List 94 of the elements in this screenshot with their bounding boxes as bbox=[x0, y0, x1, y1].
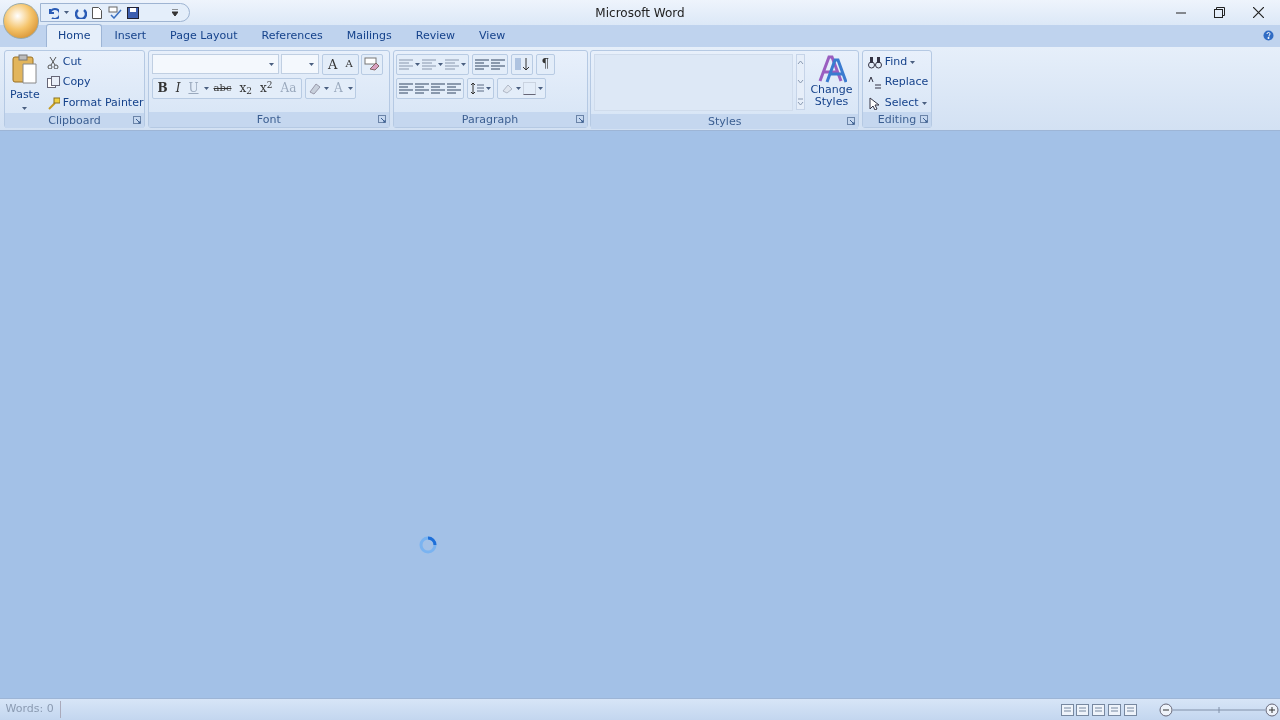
caret-icon bbox=[324, 86, 330, 90]
decrease-indent-icon[interactable] bbox=[475, 57, 489, 71]
button-label: Format Painter bbox=[62, 94, 144, 111]
ribbon-tab[interactable]: View bbox=[467, 23, 518, 47]
pointer-icon bbox=[867, 96, 882, 110]
customize-menu-icon[interactable] bbox=[172, 9, 178, 16]
ribbon-button[interactable]: Select bbox=[865, 94, 931, 112]
caret-icon bbox=[486, 86, 491, 90]
ribbon-tab[interactable]: Insert bbox=[102, 23, 159, 47]
group-label: Paragraph bbox=[461, 113, 519, 126]
borders-icon[interactable] bbox=[522, 81, 536, 95]
line-spacing-icon[interactable] bbox=[470, 81, 484, 95]
caret-icon bbox=[537, 86, 543, 90]
button-label: Cut bbox=[62, 53, 82, 70]
align-left-icon[interactable] bbox=[399, 82, 414, 94]
font-size-button[interactable]: A bbox=[325, 57, 341, 71]
spelling-check-icon[interactable] bbox=[107, 6, 122, 19]
zoom-slider-drawing[interactable] bbox=[1158, 702, 1279, 717]
highlighter-icon[interactable] bbox=[308, 81, 323, 95]
ribbon-tab[interactable]: Home bbox=[46, 23, 103, 47]
office-button[interactable] bbox=[3, 3, 39, 39]
close-icon[interactable] bbox=[1253, 7, 1264, 18]
scissors-icon bbox=[46, 55, 60, 69]
print-layout-icon[interactable] bbox=[1060, 703, 1074, 716]
web-layout-icon[interactable] bbox=[1092, 703, 1105, 716]
ribbon-tab[interactable]: Review bbox=[403, 23, 468, 47]
dialog-launcher-icon[interactable] bbox=[377, 115, 386, 123]
outline-icon[interactable] bbox=[1107, 703, 1121, 716]
button-label: Copy bbox=[62, 74, 91, 91]
dialog-launcher-icon[interactable] bbox=[920, 115, 928, 123]
ribbon-tab[interactable]: Mailings bbox=[334, 23, 404, 47]
restore-icon[interactable] bbox=[1214, 7, 1225, 18]
align-center-icon[interactable] bbox=[415, 82, 430, 94]
format-button[interactable]: x$_{2}$ bbox=[236, 82, 255, 94]
caret-icon bbox=[515, 86, 521, 90]
change-styles-button[interactable]: Change Styles bbox=[807, 53, 856, 111]
ribbon-button[interactable]: Format Painter bbox=[44, 94, 146, 112]
busy-spinner-icon bbox=[419, 536, 437, 554]
show-formatting-button[interactable]: ¶ bbox=[538, 58, 553, 71]
gallery-scroll-icon[interactable] bbox=[795, 53, 805, 110]
font-size-field[interactable] bbox=[281, 54, 320, 75]
multilevel-list-icon[interactable] bbox=[445, 57, 460, 71]
font-name-field[interactable] bbox=[151, 54, 279, 75]
button-label: Paste bbox=[10, 87, 40, 103]
caret-icon bbox=[203, 86, 209, 90]
caret-icon bbox=[64, 11, 69, 14]
caret-icon bbox=[910, 60, 916, 64]
letter-a-styles-icon bbox=[816, 53, 847, 84]
ribbon-tab[interactable]: References bbox=[249, 23, 335, 47]
ribbon-button[interactable]: Find bbox=[865, 53, 931, 71]
increase-indent-icon[interactable] bbox=[491, 57, 505, 71]
align-right-icon[interactable] bbox=[431, 82, 446, 94]
draft-icon[interactable] bbox=[1123, 703, 1137, 716]
copy-icon bbox=[46, 76, 60, 89]
dialog-launcher-icon[interactable] bbox=[575, 115, 584, 123]
format-button[interactable]: x$^{2}$ bbox=[257, 82, 276, 94]
font-size-button[interactable]: A bbox=[342, 59, 356, 70]
new-document-icon[interactable] bbox=[92, 6, 102, 19]
group-label: Clipboard bbox=[48, 113, 101, 127]
group-label: Editing bbox=[877, 113, 917, 126]
format-button[interactable]: abc bbox=[210, 83, 235, 93]
dialog-launcher-icon[interactable] bbox=[847, 116, 856, 125]
caret-icon bbox=[921, 101, 927, 105]
button-label: Change Styles bbox=[809, 83, 854, 108]
button-label: Replace bbox=[884, 74, 929, 91]
caret-icon bbox=[22, 106, 28, 110]
dialog-launcher-icon[interactable] bbox=[133, 115, 141, 124]
ribbon-button[interactable]: Replace bbox=[865, 74, 931, 91]
format-button[interactable]: B bbox=[154, 82, 171, 94]
caret-icon bbox=[415, 62, 421, 66]
ribbon-button[interactable]: Copy bbox=[44, 74, 146, 91]
redo-icon[interactable] bbox=[74, 6, 87, 19]
help-icon[interactable] bbox=[1263, 30, 1274, 41]
group-label: Font bbox=[256, 113, 281, 126]
button-label: Select bbox=[884, 94, 919, 111]
caret-icon bbox=[268, 63, 274, 67]
group-label: Styles bbox=[708, 114, 742, 128]
clipboard-icon bbox=[11, 54, 38, 84]
justify-icon[interactable] bbox=[447, 82, 462, 94]
caret-icon bbox=[438, 62, 444, 66]
format-button[interactable]: I bbox=[172, 82, 184, 94]
undo-icon[interactable] bbox=[46, 6, 59, 19]
caret-icon bbox=[347, 86, 353, 90]
window-title: Microsoft Word bbox=[595, 4, 685, 22]
binoculars-icon bbox=[867, 55, 882, 69]
full-screen-reading-icon[interactable] bbox=[1076, 703, 1090, 716]
caret-icon bbox=[461, 62, 467, 66]
button-label: Find bbox=[884, 53, 908, 70]
caret-icon bbox=[309, 63, 315, 67]
replace-text-icon bbox=[867, 76, 882, 89]
ribbon-button[interactable]: Cut bbox=[44, 53, 146, 71]
ribbon-tab[interactable]: Page Layout bbox=[158, 23, 250, 47]
brush-icon bbox=[46, 96, 60, 110]
paste-button[interactable]: Paste bbox=[5, 51, 45, 113]
